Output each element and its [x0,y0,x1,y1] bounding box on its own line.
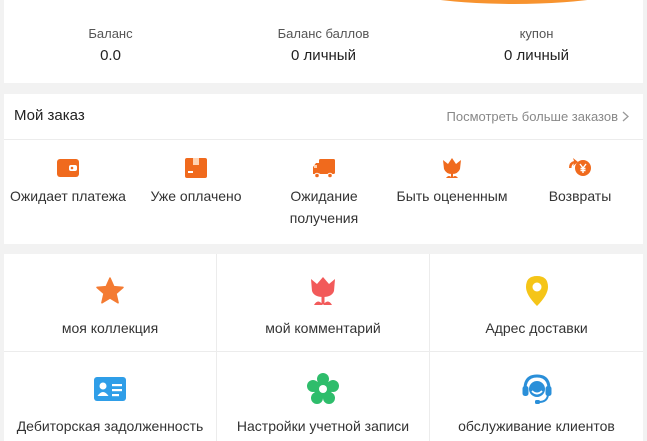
coupon-label: купон [519,26,554,41]
headset-icon [522,374,551,404]
order-status-label: Возвраты [548,188,612,204]
chevron-right-icon [622,111,629,122]
balance-card: Баланс 0.0 Баланс баллов 0 личный купон … [4,0,643,83]
balance-label: Баланс [88,26,133,41]
settings-flower-icon [307,373,339,404]
yen-coin-icon [569,158,591,176]
order-status-label: Ожидает платежа [10,188,126,204]
location-pin-icon [525,276,548,306]
service-receivables[interactable]: Дебиторская задолженность [4,352,217,441]
id-card-icon [94,377,126,401]
star-icon [96,277,124,304]
points-label: Баланс баллов [277,26,370,41]
order-status-awaiting-payment[interactable]: Ожидает платежа [4,156,132,207]
service-delivery-address[interactable]: Адрес доставки [430,254,643,352]
service-account-settings[interactable]: Настройки учетной записи [217,352,430,441]
wallet-icon [57,159,79,177]
order-status-row: Ожидает платежа Уже оплачено Ожидание по… [4,140,643,244]
balance-item-money[interactable]: Баланс 0.0 [4,26,217,66]
more-orders-label: Посмотреть больше заказов [446,109,619,124]
truck-icon [313,159,335,179]
tulip-icon [311,277,335,305]
balance-item-coupon[interactable]: купон 0 личный [430,26,643,66]
header-decoration [384,0,643,4]
service-label: Адрес доставки [485,320,588,336]
my-orders-title: Мой заказ [14,107,85,124]
coupon-value: 0 личный [504,47,569,64]
service-my-collection[interactable]: моя коллекция [4,254,217,352]
my-orders-card: Мой заказ Посмотреть больше заказов Ожид… [4,94,643,244]
order-status-awaiting-receipt[interactable]: Ожидание получения [260,156,388,229]
package-icon [185,158,207,178]
order-status-label: Уже оплачено [150,188,242,204]
points-value: 0 личный [291,47,356,64]
order-status-paid[interactable]: Уже оплачено [132,156,260,207]
service-label: Настройки учетной записи [236,418,410,434]
balance-item-points[interactable]: Баланс баллов 0 личный [217,26,430,66]
more-orders-link[interactable]: Посмотреть больше заказов [447,109,630,124]
order-status-to-be-rated[interactable]: Быть оцененным [388,156,516,207]
balance-value: 0.0 [100,47,121,64]
my-orders-header: Мой заказ Посмотреть больше заказов [4,94,643,140]
service-label: моя коллекция [61,320,159,336]
flower-icon [443,158,461,178]
order-status-label: Ожидание получения [289,188,359,226]
service-label: обслуживание клиентов [458,418,615,434]
account-page: Баланс 0.0 Баланс баллов 0 личный купон … [0,0,647,441]
order-status-returns[interactable]: Возвраты [516,156,644,207]
service-label: Дебиторская задолженность [16,418,204,434]
service-customer-support[interactable]: обслуживание клиентов [430,352,643,441]
services-grid: моя коллекция мой комментарий Адрес дост… [4,254,643,441]
order-status-label: Быть оцененным [396,188,508,204]
service-my-comment[interactable]: мой комментарий [217,254,430,352]
service-label: мой комментарий [265,320,381,336]
